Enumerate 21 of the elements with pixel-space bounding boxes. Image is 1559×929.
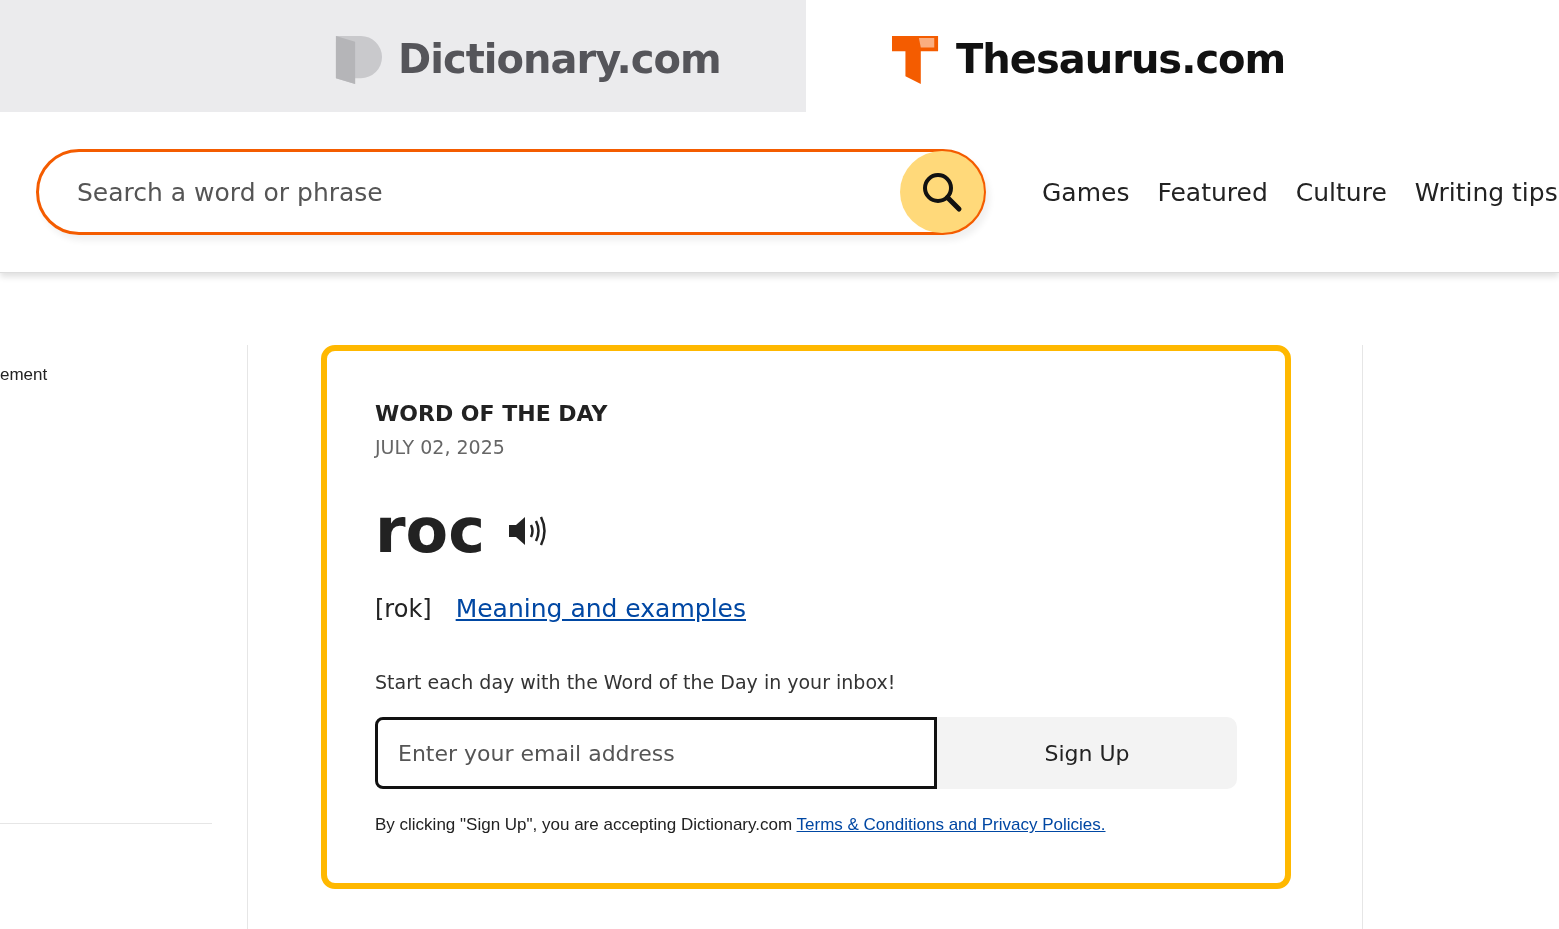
date-text: JULY 02, 2025 (375, 436, 506, 458)
nav-link[interactable]: Games (1042, 177, 1130, 207)
nav-link[interactable]: Featured (1157, 177, 1268, 207)
nav-link[interactable]: Writing tips (1414, 177, 1558, 207)
nav-link[interactable]: Culture (1295, 177, 1387, 207)
search-input[interactable]: Search a word or phrase (75, 176, 900, 208)
logo-icon (334, 33, 382, 85)
meaning-link[interactable]: Meaning and examples (455, 594, 746, 624)
sidebar-text: ement (0, 365, 49, 385)
pronunciation-text: [rok] (375, 595, 432, 624)
email-field[interactable]: Enter your email address (375, 717, 937, 790)
terms-link[interactable]: Terms & Conditions and Privacy Policies. (796, 815, 1106, 835)
section-heading: WORD OF THE DAY (375, 401, 609, 426)
logo-icon (892, 33, 940, 85)
sign-up-button[interactable]: Sign Up (937, 717, 1237, 790)
site-tab[interactable]: Dictionary.com (0, 0, 806, 112)
promo-text: Start each day with the Word of the Day in your inbox! (375, 671, 897, 694)
search-bar[interactable]: Search a word or phrase (36, 149, 986, 235)
word-title: roc (375, 494, 485, 569)
legal-text: By clicking "Sign Up", you are accepting Dictionary.com Terms & Conditions and Privacy Policies. (375, 815, 1107, 836)
search-button[interactable] (900, 151, 984, 233)
